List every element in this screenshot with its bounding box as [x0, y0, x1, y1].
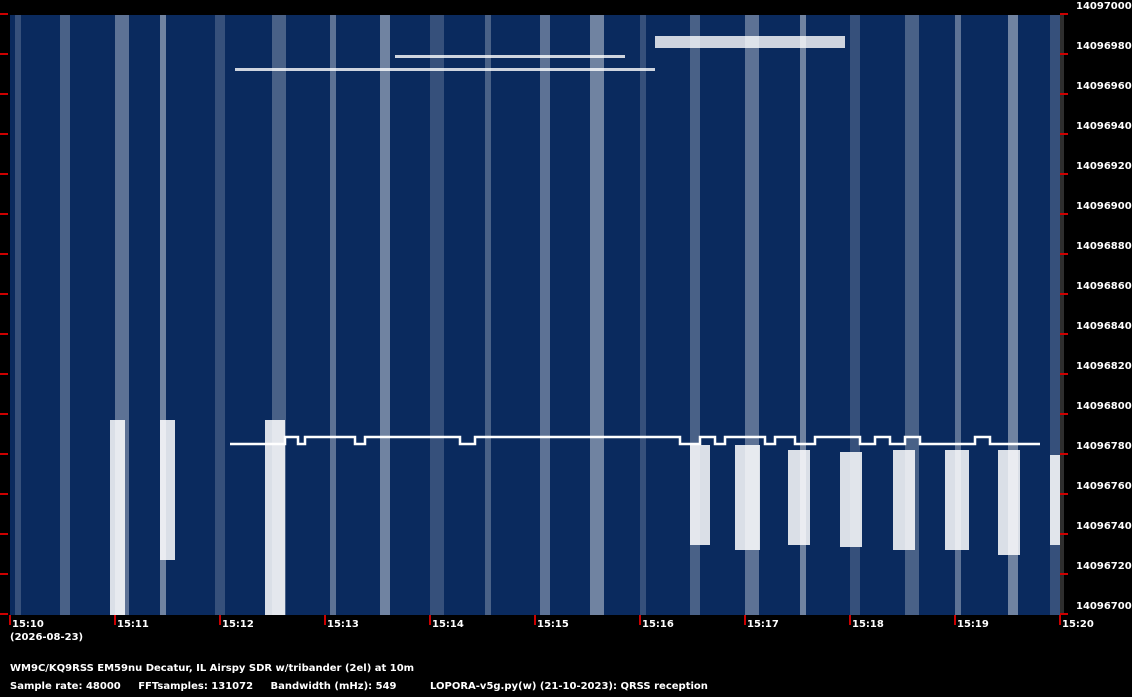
- waterfall-spectrogram: [0, 13, 1068, 625]
- signal-strip: [395, 55, 625, 58]
- signal-burst: [110, 420, 125, 615]
- noise-band: [60, 15, 70, 615]
- sample-rate: Sample rate: 48000: [10, 681, 121, 692]
- freq-tick-label: 14096980: [1076, 41, 1132, 52]
- signal-burst: [690, 445, 710, 545]
- signal-burst: [160, 420, 175, 560]
- signal-burst: [265, 420, 285, 615]
- freq-tick-label: 14096940: [1076, 121, 1132, 132]
- settings-info: Sample rate: 48000 FFTsamples: 131072 Ba…: [10, 681, 722, 692]
- noise-band: [640, 15, 646, 615]
- noise-band: [330, 15, 336, 615]
- noise-band: [590, 15, 604, 615]
- noise-band: [380, 15, 390, 615]
- signal-burst: [945, 450, 969, 550]
- signal-burst: [998, 450, 1020, 555]
- signal-burst: [893, 450, 915, 550]
- time-tick-label: 15:17: [747, 619, 779, 630]
- time-tick-label: 15:18: [852, 619, 884, 630]
- freq-tick-label: 14096740: [1076, 521, 1132, 532]
- time-tick-label: 15:20: [1062, 619, 1094, 630]
- time-tick-label: 15:13: [327, 619, 359, 630]
- date-label: (2026-08-23): [10, 632, 84, 643]
- station-info: WM9C/KQ9RSS EM59nu Decatur, IL Airspy SD…: [10, 663, 415, 674]
- freq-tick-label: 14096880: [1076, 241, 1132, 252]
- freq-tick-label: 14096700: [1076, 601, 1132, 612]
- signal-strip: [655, 36, 845, 48]
- time-tick-label: 15:11: [117, 619, 149, 630]
- freq-tick-label: 14096840: [1076, 321, 1132, 332]
- time-tick-label: 15:12: [222, 619, 254, 630]
- signal-burst: [840, 452, 862, 547]
- fft-samples: FFTsamples: 131072: [138, 681, 254, 692]
- freq-tick-label: 14097000: [1076, 1, 1132, 12]
- freq-tick-label: 14096920: [1076, 161, 1132, 172]
- bandwidth: Bandwidth (mHz): 549: [270, 681, 397, 692]
- noise-band: [15, 15, 21, 615]
- signal-burst: [788, 450, 810, 545]
- software-version: LOPORA-v5g.py(w) (21-10-2023): QRSS rece…: [429, 681, 708, 692]
- freq-tick-label: 14096720: [1076, 561, 1132, 572]
- noise-band: [485, 15, 491, 615]
- signal-burst: [1050, 455, 1060, 545]
- freq-tick-label: 14096760: [1076, 481, 1132, 492]
- time-tick-label: 15:19: [957, 619, 989, 630]
- signal-burst: [735, 445, 760, 550]
- signal-strip: [235, 68, 655, 71]
- time-tick-label: 15:10: [12, 619, 44, 630]
- freq-tick-label: 14096960: [1076, 81, 1132, 92]
- time-tick-label: 15:16: [642, 619, 674, 630]
- freq-tick-label: 14096860: [1076, 281, 1132, 292]
- freq-tick-label: 14096820: [1076, 361, 1132, 372]
- time-tick-label: 15:15: [537, 619, 569, 630]
- freq-tick-label: 14096780: [1076, 441, 1132, 452]
- time-tick-label: 15:14: [432, 619, 464, 630]
- noise-band: [540, 15, 550, 615]
- freq-tick-label: 14096800: [1076, 401, 1132, 412]
- freq-tick-label: 14096900: [1076, 201, 1132, 212]
- noise-band: [430, 15, 444, 615]
- noise-band: [215, 15, 225, 615]
